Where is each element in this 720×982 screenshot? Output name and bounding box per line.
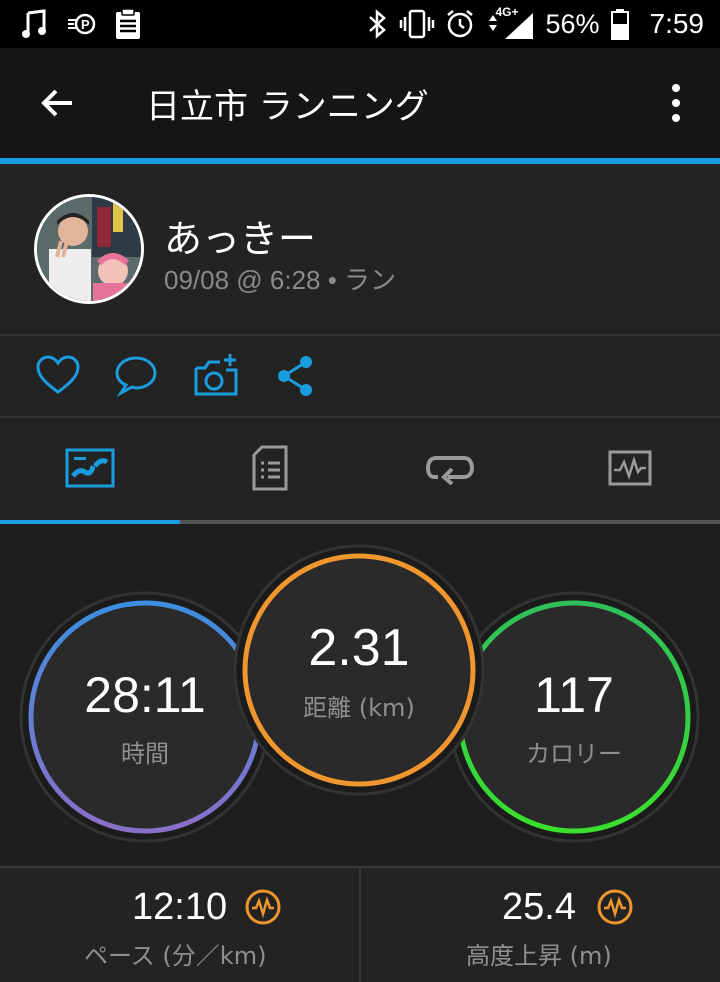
- comment-icon: [115, 356, 157, 398]
- calories-label: カロリー: [526, 739, 622, 768]
- stats-divider: [359, 868, 361, 982]
- user-name: あっきー: [164, 217, 317, 261]
- parking-icon: P: [68, 13, 96, 35]
- app-bar: 日立市 ランニング: [0, 48, 720, 158]
- pace-label: ペース (分／km): [84, 942, 267, 970]
- elevation-value: 25.4: [502, 886, 576, 928]
- calories-value: 117: [534, 666, 614, 723]
- add-photo-icon: [194, 354, 238, 396]
- battery-icon: [610, 9, 629, 40]
- comment-button[interactable]: [112, 352, 160, 400]
- alarm-icon: [447, 10, 474, 38]
- activity-header: あっきー 09/08 @ 6:28 • ラン: [0, 164, 720, 336]
- tab-laps[interactable]: [360, 418, 540, 518]
- clipboard-icon: [116, 8, 140, 39]
- tab-bar: [0, 418, 720, 524]
- heart-icon: [36, 355, 80, 394]
- elevation-badge-icon: [597, 889, 633, 925]
- distance-label: 距離 (km): [303, 693, 415, 722]
- summary-gauges: 28:11 時間 117 カロリー 2.31 距離 (km): [0, 524, 720, 866]
- time-label: 時間: [121, 739, 169, 768]
- more-vert-icon[interactable]: [656, 73, 696, 133]
- svg-text:P: P: [81, 17, 90, 32]
- avatar[interactable]: [34, 194, 144, 304]
- chart-icon: [608, 450, 652, 486]
- status-bar: P 4G+ 56% 7:59: [0, 0, 720, 48]
- tab-overview[interactable]: [0, 418, 180, 518]
- time-gauge: 28:11 時間: [31, 603, 259, 831]
- bluetooth-icon: [369, 9, 387, 39]
- add-photo-button[interactable]: [192, 352, 240, 400]
- time-value: 28:11: [84, 666, 206, 723]
- action-bar: [0, 336, 720, 418]
- tab-charts[interactable]: [540, 418, 720, 518]
- pace-stat[interactable]: 12:10 ペース (分／km): [0, 868, 358, 982]
- map-stats-icon: [65, 448, 115, 488]
- pace-badge-icon: [245, 889, 281, 925]
- elevation-stat[interactable]: 25.4 高度上昇 (m): [362, 868, 720, 982]
- signal-icon: 4G+: [485, 5, 535, 41]
- music-note-icon: [22, 9, 46, 38]
- pace-value: 12:10: [132, 886, 228, 928]
- page-title: 日立市 ランニング: [146, 86, 429, 127]
- stats-row: 12:10 ペース (分／km) 25.4 高度上昇 (m): [0, 866, 720, 982]
- share-icon: [278, 356, 312, 396]
- tab-details[interactable]: [180, 418, 360, 518]
- elevation-label: 高度上昇 (m): [466, 942, 612, 970]
- share-button[interactable]: [272, 352, 320, 400]
- clock: 7:59: [649, 8, 705, 39]
- vibrate-icon: [400, 9, 435, 39]
- back-button[interactable]: [30, 76, 84, 130]
- battery-percent: 56%: [545, 8, 600, 39]
- details-icon: [252, 445, 288, 491]
- activity-meta: 09/08 @ 6:28 • ラン: [164, 265, 397, 295]
- arrow-left-icon: [41, 89, 72, 117]
- distance-gauge: 2.31 距離 (km): [245, 556, 473, 784]
- calories-gauge: 117 カロリー: [460, 603, 688, 831]
- laps-icon: [426, 456, 474, 485]
- distance-value: 2.31: [308, 618, 410, 677]
- like-button[interactable]: [34, 352, 82, 400]
